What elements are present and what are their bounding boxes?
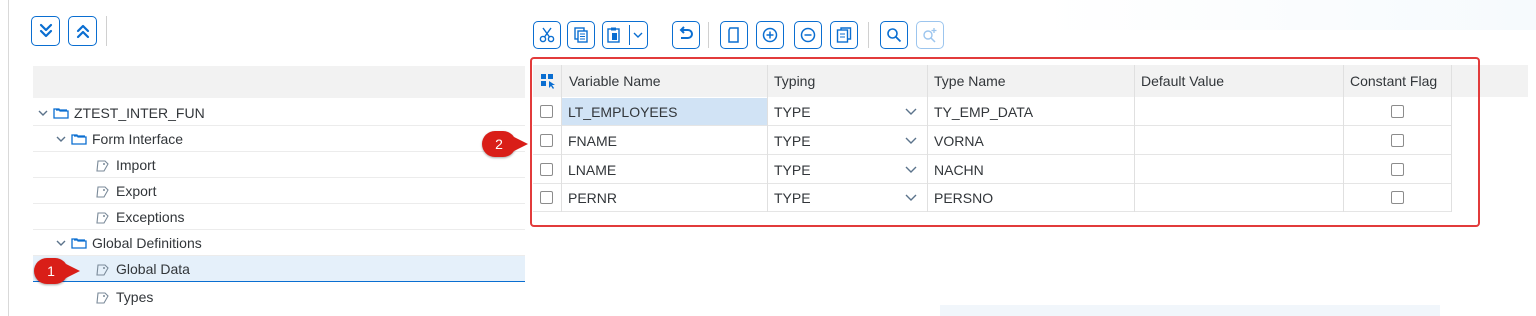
tree-item-form-interface[interactable]: Form Interface (33, 126, 525, 152)
double-chevron-up-icon (76, 24, 89, 39)
callout-badge-2: 2 (482, 131, 516, 157)
paste-icon (607, 27, 620, 43)
tree-header (33, 66, 525, 98)
tree-item-label: Global Data (116, 260, 190, 277)
find-button[interactable] (880, 21, 908, 49)
undo-icon (679, 26, 693, 39)
callout-arrow-2 (514, 137, 528, 151)
tree-item-label: Form Interface (92, 130, 184, 147)
find-next-button[interactable] (916, 21, 944, 49)
copy-row-button[interactable] (830, 21, 858, 49)
tree-item-label: Exceptions (116, 208, 185, 225)
toolbar-separator (708, 22, 709, 48)
tree-item-global-data[interactable]: Global Data (33, 256, 525, 282)
tree-item-global-definitions[interactable]: Global Definitions (33, 230, 525, 256)
node-icon (96, 263, 109, 276)
collapse-all-button[interactable] (68, 16, 97, 46)
tree-item-label: Global Definitions (92, 234, 202, 251)
callout-arrow-1 (66, 264, 80, 278)
insert-row-icon (762, 27, 778, 43)
callout-badge-1: 1 (34, 258, 68, 284)
folder-icon (53, 107, 69, 119)
tree-item-exceptions[interactable]: Exceptions (33, 204, 525, 230)
background-fade-bottom (940, 305, 1440, 316)
folder-icon (71, 133, 87, 145)
tree-item-types[interactable]: Types (33, 284, 525, 310)
split-divider (629, 25, 630, 45)
chevron-down-icon[interactable] (632, 30, 644, 40)
divider (8, 0, 9, 316)
copy-row-icon (836, 27, 852, 43)
node-icon (96, 185, 109, 198)
cut-icon (539, 27, 555, 43)
tree-item-import[interactable]: Import (33, 152, 525, 178)
undo-button[interactable] (672, 21, 700, 49)
chevron-down-icon[interactable] (55, 133, 67, 145)
insert-row-button[interactable] (756, 21, 784, 49)
node-icon (96, 211, 109, 224)
delete-row-icon (800, 27, 816, 43)
tree-item-label: ZTEST_INTER_FUN (74, 104, 205, 121)
node-icon (96, 159, 109, 172)
background-fade (1040, 0, 1536, 30)
copy-icon (574, 27, 588, 43)
tree-item-label: Types (116, 289, 154, 305)
highlight-frame (530, 57, 1480, 227)
new-row-button[interactable] (720, 21, 748, 49)
cut-button[interactable] (533, 21, 561, 49)
double-chevron-down-icon (39, 23, 52, 38)
node-icon (96, 292, 109, 304)
copy-button[interactable] (567, 21, 595, 49)
chevron-down-icon[interactable] (37, 107, 49, 119)
paste-button[interactable] (602, 21, 648, 49)
tree-item-label: Export (116, 182, 157, 199)
delete-row-button[interactable] (794, 21, 822, 49)
new-row-icon (728, 27, 739, 43)
tree-item-root[interactable]: ZTEST_INTER_FUN (33, 100, 525, 126)
expand-all-button[interactable] (31, 16, 60, 46)
find-next-icon (923, 28, 937, 43)
folder-icon (71, 237, 87, 249)
toolbar-separator (868, 22, 869, 48)
tree-item-label: Import (116, 156, 156, 173)
tree-item-export[interactable]: Export (33, 178, 525, 204)
chevron-down-icon[interactable] (55, 237, 67, 249)
toolbar-separator (106, 16, 107, 46)
find-icon (887, 28, 902, 43)
